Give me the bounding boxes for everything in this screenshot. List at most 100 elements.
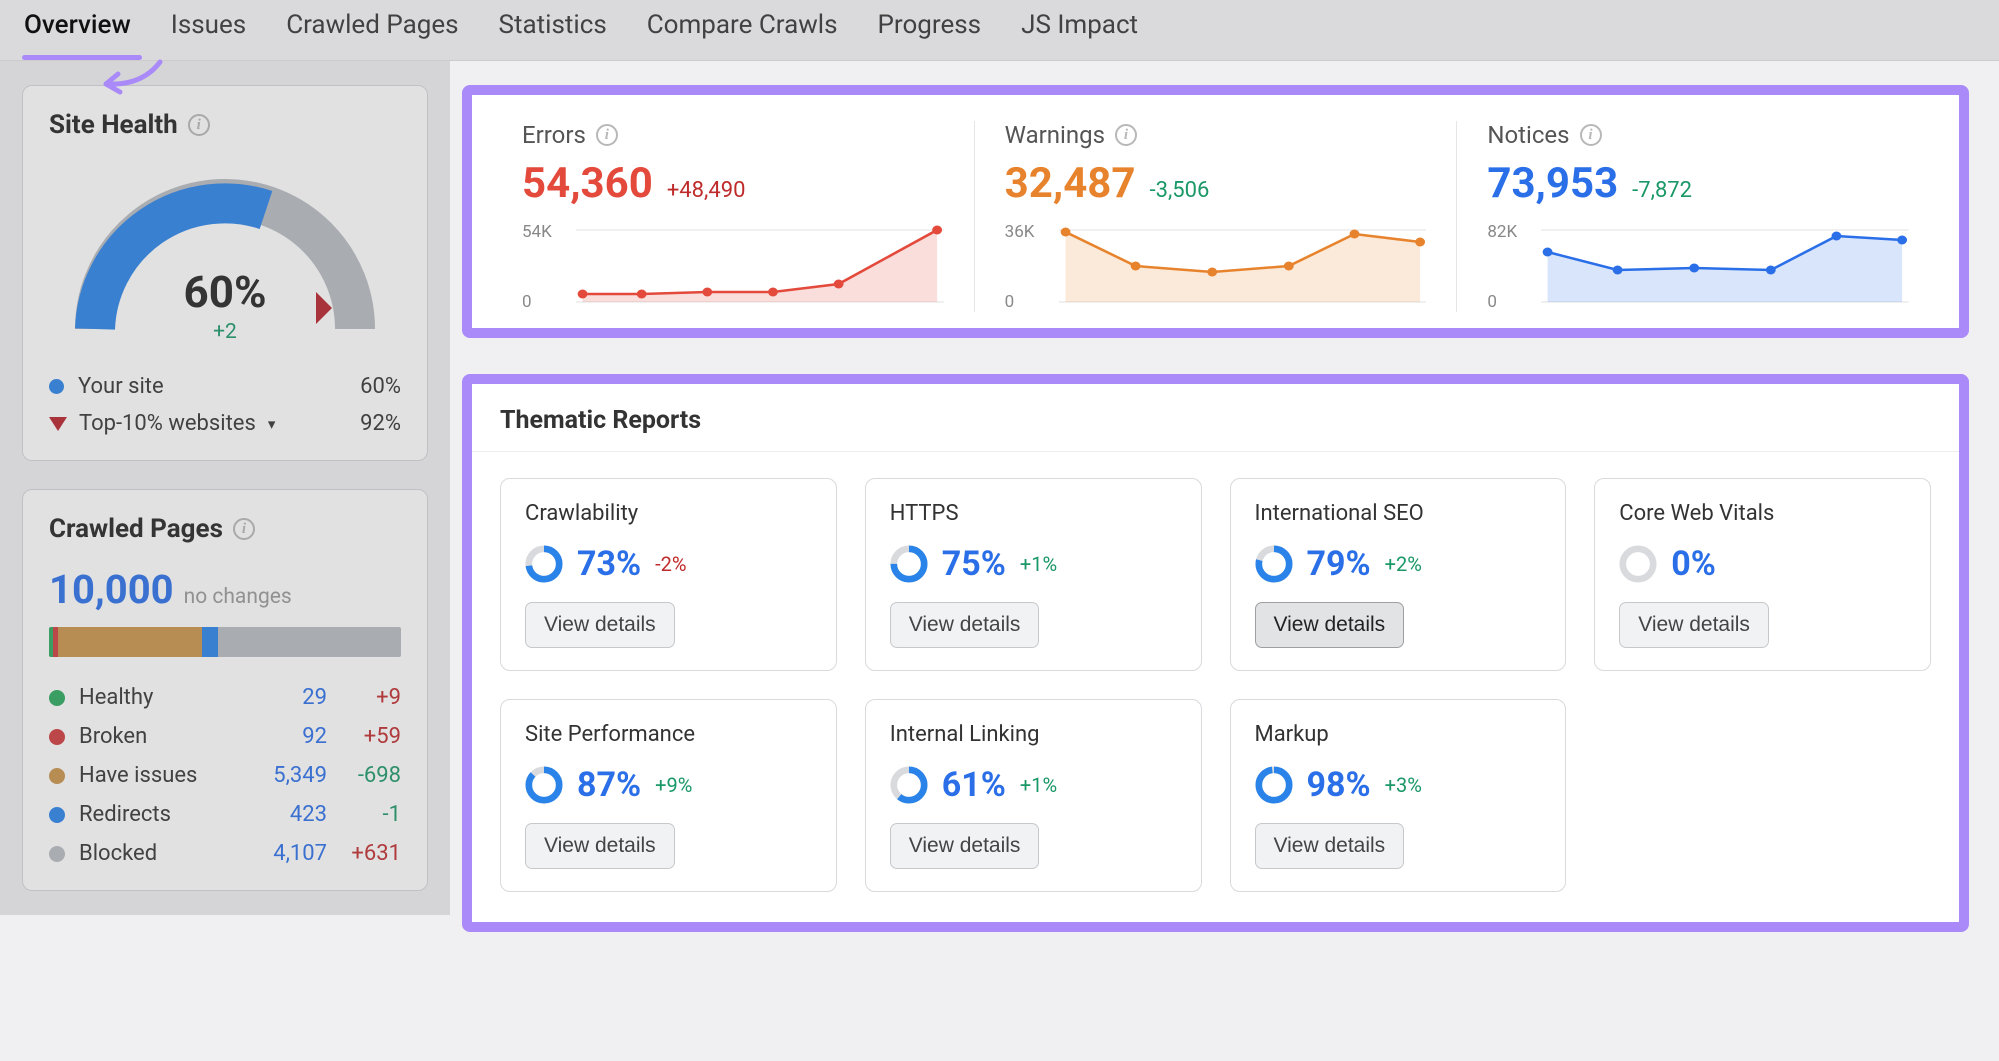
row-delta: +9 [327,685,401,710]
report-card: HTTPS 75% +1% View details [865,478,1202,671]
sidebar: Site Health i 60% +2 [0,61,450,915]
report-title: Core Web Vitals [1619,501,1774,526]
row-count: 4,107 [245,841,327,866]
progress-donut-icon [1255,545,1293,583]
report-title: HTTPS [890,501,959,526]
view-details-button[interactable]: View details [1255,823,1405,869]
report-delta: +1% [1020,552,1057,576]
row-delta: +59 [327,724,401,749]
kpi-value: 32,487 [1005,159,1136,208]
view-details-button[interactable]: View details [1619,602,1769,648]
triangle-marker-icon [49,417,67,431]
tab-crawled-pages[interactable]: Crawled Pages [286,10,458,48]
report-pct: 61% [942,765,1006,805]
report-card: Internal Linking 61% +1% View details [865,699,1202,892]
progress-donut-icon [890,766,928,804]
progress-donut-icon [1619,545,1657,583]
view-details-button[interactable]: View details [890,823,1040,869]
bar-segment [202,627,218,657]
annotation-arrow-icon [92,56,172,96]
report-pct: 79% [1307,544,1371,584]
info-icon[interactable]: i [1580,124,1602,146]
info-icon[interactable]: i [233,518,255,540]
dot-icon [49,729,65,745]
row-name: Redirects [79,802,245,827]
kpi-delta: +48,490 [667,178,746,203]
crawled-pages-row[interactable]: Have issues5,349-698 [49,763,401,788]
info-icon[interactable]: i [188,114,210,136]
row-name: Broken [79,724,245,749]
dot-icon [49,690,65,706]
crawled-pages-row[interactable]: Redirects423-1 [49,802,401,827]
report-title: Site Performance [525,722,695,747]
chevron-down-icon: ▾ [268,415,276,433]
progress-donut-icon [1255,766,1293,804]
kpi-warnings[interactable]: Warningsi32,487-3,50636K0 [975,121,1458,312]
main-content: Errorsi54,360+48,49054K0Warningsi32,487-… [450,61,1999,962]
kpi-panel: Errorsi54,360+48,49054K0Warningsi32,487-… [462,85,1969,338]
tab-overview[interactable]: Overview [24,10,131,48]
kpi-title: Notices [1487,121,1569,149]
view-details-button[interactable]: View details [525,823,675,869]
row-delta: +631 [327,841,401,866]
progress-donut-icon [525,545,563,583]
crawled-pages-row[interactable]: Broken92+59 [49,724,401,749]
dot-icon [49,768,65,784]
site-health-delta: +2 [60,320,390,344]
report-delta: -2% [655,552,686,576]
row-count: 92 [245,724,327,749]
report-pct: 73% [577,544,641,584]
report-title: Internal Linking [890,722,1040,747]
view-details-button[interactable]: View details [890,602,1040,648]
kpi-title: Warnings [1005,121,1105,149]
legend-top10[interactable]: Top-10% websites▾ 92% [49,411,401,436]
site-health-title: Site Health [49,110,178,140]
report-delta: +3% [1385,773,1422,797]
crawled-pages-row[interactable]: Blocked4,107+631 [49,841,401,866]
tab-progress[interactable]: Progress [878,10,982,48]
report-card: Crawlability 73% -2% View details [500,478,837,671]
report-card: Markup98%+3%View details [1230,699,1567,892]
kpi-notices[interactable]: Notices i 73,953 -7,872 82K0 [1457,121,1939,312]
tab-statistics[interactable]: Statistics [499,10,607,48]
view-details-button[interactable]: View details [525,602,675,648]
y-zero-label: 0 [1487,292,1497,312]
site-health-gauge: 60% +2 [60,164,390,344]
crawled-pages-total[interactable]: 10,000 [49,566,174,613]
report-title: Crawlability [525,501,638,526]
report-title: International SEO [1255,501,1424,526]
crawled-pages-nochange: no changes [184,585,292,609]
row-name: Have issues [79,763,245,788]
row-count: 423 [245,802,327,827]
report-delta: +9% [655,773,692,797]
kpi-delta: -7,872 [1632,178,1692,203]
view-details-button[interactable]: View details [1255,602,1405,648]
kpi-errors[interactable]: Errorsi54,360+48,49054K0 [492,121,975,312]
report-pct: 0% [1671,544,1716,584]
crawled-pages-bar [49,627,401,657]
crawled-pages-legend: Healthy29+9 Broken92+59 Have issues5,349-6… [49,685,401,866]
crawled-pages-card: Crawled Pages i 10,000 no changes Health… [22,489,428,891]
row-delta: -1 [327,802,401,827]
legend-your-site: Your site 60% [49,374,401,399]
tab-compare-crawls[interactable]: Compare Crawls [647,10,838,48]
info-icon[interactable]: i [1115,124,1137,146]
tab-issues[interactable]: Issues [171,10,246,48]
report-card: International SEO 79% +2% View details [1230,478,1567,671]
dot-icon [49,846,65,862]
report-delta: +1% [1020,773,1057,797]
kpi-sparkline: 82K0 [1487,222,1909,312]
y-zero-label: 0 [522,292,532,312]
tab-js-impact[interactable]: JS Impact [1021,10,1138,48]
kpi-value: 73,953 [1487,159,1618,208]
report-pct: 98% [1307,765,1371,805]
report-card: Core Web Vitals 0% View details [1594,478,1931,671]
report-delta: +2% [1385,552,1422,576]
row-count: 5,349 [245,763,327,788]
crawled-pages-row[interactable]: Healthy29+9 [49,685,401,710]
info-icon[interactable]: i [596,124,618,146]
report-pct: 75% [942,544,1006,584]
report-pct: 87% [577,765,641,805]
progress-donut-icon [890,545,928,583]
crawled-pages-title: Crawled Pages [49,514,223,544]
